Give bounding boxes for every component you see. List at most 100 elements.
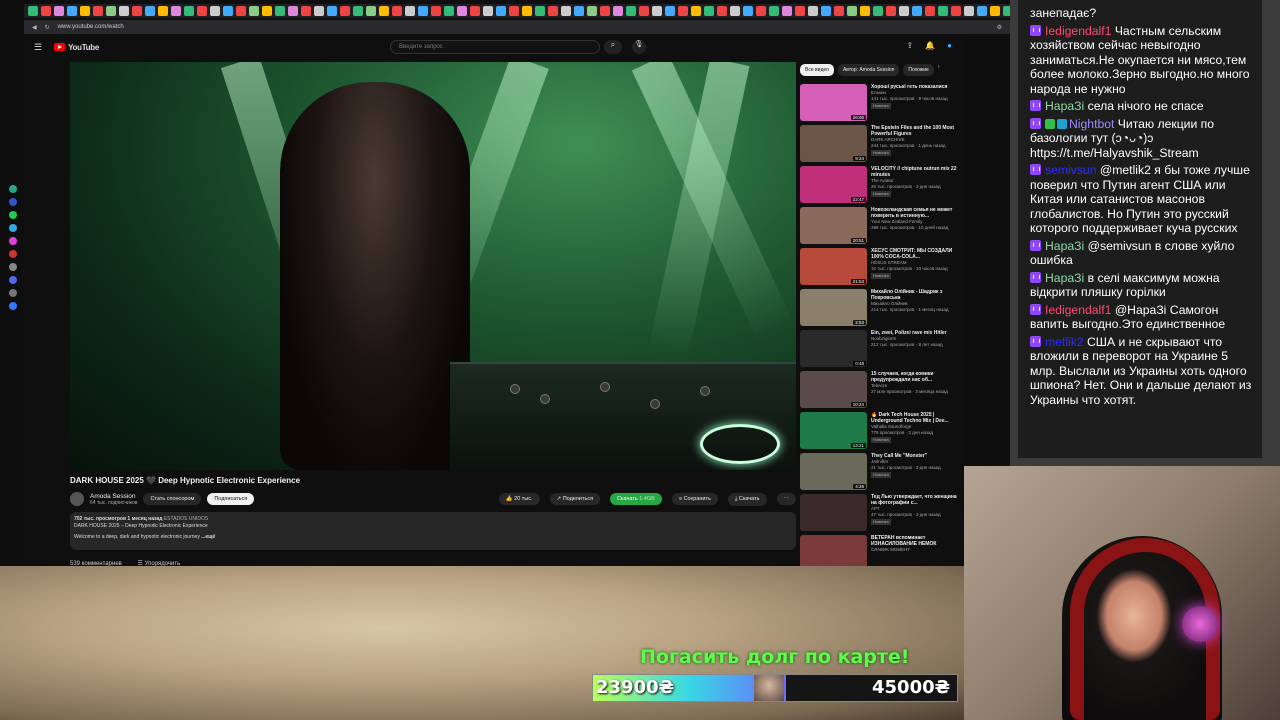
bell-icon[interactable]: 🔔 [925,41,935,50]
reload-icon[interactable]: ↻ [45,24,50,31]
browser-tab[interactable] [80,6,90,16]
browser-tab[interactable] [782,6,792,16]
address-bar[interactable]: ◀ ↻ www.youtube.com/watch ⚙ [24,20,1010,34]
video-thumbnail[interactable]: 4:26 [800,453,867,490]
chat-username[interactable]: semivsun [1045,163,1096,177]
back-icon[interactable]: ◀ [32,24,37,31]
browser-tab[interactable] [509,6,519,16]
browser-tab[interactable] [392,6,402,16]
side-app-icon[interactable] [9,302,17,310]
browser-tab[interactable] [470,6,480,16]
side-app-icon[interactable] [9,237,17,245]
browser-tab[interactable] [548,6,558,16]
browser-tab[interactable] [236,6,246,16]
browser-tab[interactable] [483,6,493,16]
browser-tab[interactable] [938,6,948,16]
recommendation-item[interactable]: 0:48 Ein, zwei, Polizei rave mix Hitler … [800,330,960,371]
browser-tab[interactable] [561,6,571,16]
browser-tab[interactable] [899,6,909,16]
browser-tab[interactable] [847,6,857,16]
chip-related[interactable]: Похожие [903,64,934,76]
recommendation-item[interactable]: 9:24 The Epstein Files and the 100 Most … [800,125,960,166]
browser-tab[interactable] [691,6,701,16]
browser-tab[interactable] [964,6,974,16]
menu-icon[interactable]: ☰ [34,42,42,53]
browser-tab[interactable] [717,6,727,16]
browser-tab[interactable] [262,6,272,16]
browser-tab[interactable] [132,6,142,16]
search-input[interactable]: Введите запрос [390,40,600,54]
browser-tab[interactable] [431,6,441,16]
browser-tab[interactable] [249,6,259,16]
video-thumbnail[interactable]: 26:05 [800,84,867,121]
browser-tab-strip[interactable] [24,4,1010,18]
browser-tab[interactable] [730,6,740,16]
recommendation-title[interactable]: ВЕТЕРАН вспоминает ИЗНАСИЛОВАНИЕ НЕМОК [871,535,960,547]
chat-username[interactable]: Iedigendalf1 [1045,24,1111,38]
browser-tab[interactable] [171,6,181,16]
recommendation-title[interactable]: 🔥 Dark Tech House 2025 | Underground Tec… [871,412,960,424]
url-text[interactable]: www.youtube.com/watch [58,24,989,30]
recommendation-title[interactable]: ХЕСУС СМОТРИТ: МЫ СОЗДАЛИ 100% COCA-COLA… [871,248,960,260]
chat-username[interactable]: НараЗі [1045,239,1084,253]
browser-tab[interactable] [184,6,194,16]
video-thumbnail[interactable]: 2:53 [800,289,867,326]
browser-tab[interactable] [457,6,467,16]
chevron-right-icon[interactable]: › [938,64,940,76]
browser-tab[interactable] [587,6,597,16]
browser-tab[interactable] [54,6,64,16]
video-thumbnail[interactable]: 0:48 [800,330,867,367]
voice-search-button[interactable]: 🎙 [632,40,646,54]
browser-tab[interactable] [574,6,584,16]
browser-tab[interactable] [288,6,298,16]
recommendation-title[interactable]: The Epstein Files and the 100 Most Power… [871,125,960,137]
search-button[interactable]: ⌕ [604,40,622,54]
side-app-icon[interactable] [9,276,17,284]
browser-tab[interactable] [197,6,207,16]
browser-tab[interactable] [873,6,883,16]
browser-tab[interactable] [496,6,506,16]
browser-tab[interactable] [652,6,662,16]
browser-tab[interactable] [665,6,675,16]
browser-tab[interactable] [990,6,1000,16]
browser-tab[interactable] [106,6,116,16]
recommendation-item[interactable]: 21:53 ХЕСУС СМОТРИТ: МЫ СОЗДАЛИ 100% COC… [800,248,960,289]
download-button[interactable]: ⤓ Скачать [727,492,767,506]
browser-tab[interactable] [405,6,415,16]
chip-author[interactable]: Автор: Amoda Session [837,64,900,76]
recommendation-item[interactable]: 26:05 Хороші руські геть показалися Ельк… [800,84,960,125]
browser-tab[interactable] [275,6,285,16]
browser-tab[interactable] [951,6,961,16]
side-app-icon[interactable] [9,289,17,297]
channel-name[interactable]: Amoda Session [90,493,137,500]
recommendation-item[interactable]: Тед Лью утверждает, что женщина на фотог… [800,494,960,535]
browser-tab[interactable] [67,6,77,16]
browser-tab[interactable] [1003,6,1010,16]
show-more-link[interactable]: ...ещё [201,534,215,540]
share-button[interactable]: ↗ Поделиться [549,493,601,505]
browser-tab[interactable] [223,6,233,16]
extensions-icon[interactable]: ⚙ [997,24,1002,31]
video-thumbnail[interactable]: 13:21 [800,412,867,449]
browser-tab[interactable] [28,6,38,16]
recommendation-title[interactable]: VELOCITY // chiptune outrun mix 22 minut… [871,166,960,178]
side-app-icon[interactable] [9,250,17,258]
browser-tab[interactable] [834,6,844,16]
recommendation-title[interactable]: Михайло Олійник - Шадрик з Покровська [871,289,960,301]
save-button[interactable]: ≡ Сохранить [671,493,718,505]
browser-tab[interactable] [327,6,337,16]
side-app-icon[interactable] [9,263,17,271]
browser-tab[interactable] [340,6,350,16]
video-thumbnail[interactable]: 10:24 [800,371,867,408]
video-thumbnail[interactable]: 20:51 [800,207,867,244]
browser-tab[interactable] [912,6,922,16]
browser-tab[interactable] [626,6,636,16]
recommendation-title[interactable]: 15 случаев, когда комики предупреждали н… [871,371,960,383]
browser-tab[interactable] [379,6,389,16]
recommendation-item[interactable]: 4:26 They Call Me "Monster" Jarlnifter 2… [800,453,960,494]
upload-icon[interactable]: ⇪ [906,41,913,50]
recommendation-title[interactable]: Новозеландская семья не может поверить в… [871,207,960,219]
video-player[interactable] [70,62,796,470]
side-app-icon[interactable] [9,185,17,193]
browser-tab[interactable] [977,6,987,16]
